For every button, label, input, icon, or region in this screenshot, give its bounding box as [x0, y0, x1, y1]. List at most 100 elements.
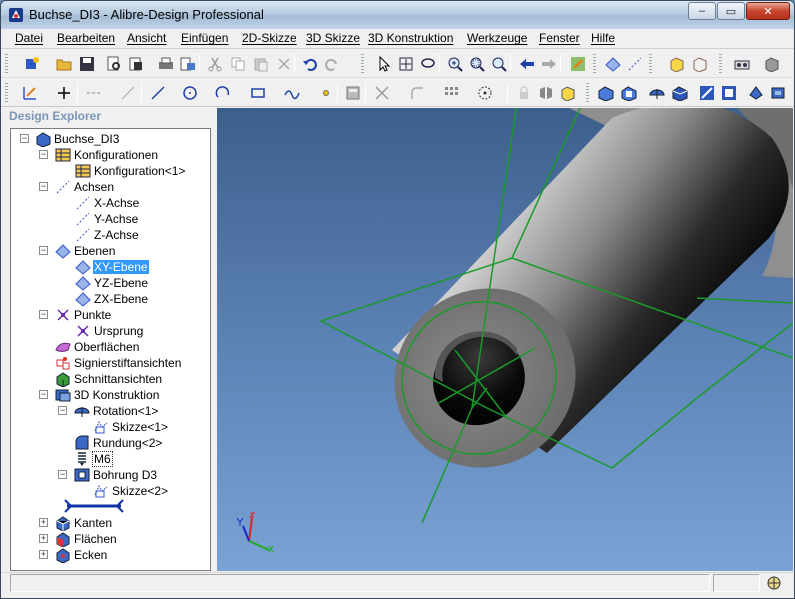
assembly-icon[interactable] — [733, 55, 750, 72]
tree-expand-kanten[interactable]: + — [39, 518, 48, 527]
tree-item-zx-ebene[interactable]: ZX-Ebene — [75, 291, 149, 307]
tree-item-m6[interactable]: M6 — [74, 451, 113, 467]
select-arrow-icon[interactable] — [375, 55, 392, 72]
copy-icon[interactable] — [229, 55, 246, 72]
tree-item-y-achse[interactable]: Y-Achse — [75, 211, 139, 227]
menu-ansicht[interactable]: Ansicht — [127, 31, 166, 45]
arrow-line-icon[interactable] — [119, 84, 136, 101]
arc-icon[interactable] — [214, 84, 231, 101]
move-icon[interactable] — [397, 55, 414, 72]
draft-icon[interactable] — [769, 84, 786, 101]
insert-feature-icon[interactable] — [569, 55, 586, 72]
menu-2d-skizze[interactable]: 2D-Skizze — [242, 31, 297, 45]
cut-icon[interactable] — [206, 55, 223, 72]
revolve-icon[interactable] — [648, 84, 665, 101]
sketch-icon[interactable] — [21, 84, 38, 101]
tree-item-z-achse[interactable]: Z-Achse — [75, 227, 140, 243]
extrude-icon[interactable] — [597, 84, 614, 101]
tree-item-ecken[interactable]: Ecken — [55, 547, 108, 563]
tree-collapse-bohrung[interactable]: − — [58, 470, 67, 479]
minimize-button[interactable]: ‒ — [688, 2, 716, 20]
lasso-icon[interactable] — [419, 55, 436, 72]
spline-icon[interactable] — [283, 84, 300, 101]
tree-collapse-ebenen[interactable]: − — [39, 246, 48, 255]
tree-item-xy-ebene[interactable]: XY-Ebene — [75, 259, 149, 275]
tree-item-bohrung[interactable]: Bohrung D3 — [74, 467, 158, 483]
tree-item-ebenen[interactable]: Ebenen — [55, 243, 116, 259]
tree-item-signierstiftansichten[interactable]: Signierstiftansichten — [55, 355, 182, 371]
new-part-icon[interactable] — [23, 55, 40, 72]
offset-icon[interactable] — [559, 84, 576, 101]
mirror-icon[interactable] — [537, 84, 554, 101]
menu-3d-konstruktion[interactable]: 3D Konstruktion — [368, 31, 453, 45]
lock-icon[interactable] — [515, 84, 532, 101]
tree-item-root[interactable]: Buchse_DI3 — [35, 131, 120, 147]
menu-datei[interactable]: Datei — [15, 31, 43, 45]
tree-item-schnittansichten[interactable]: Schnittansichten — [55, 371, 163, 387]
cut-extrude-icon[interactable] — [620, 84, 637, 101]
menu-werkzeuge[interactable]: Werkzeuge — [467, 31, 527, 45]
tree-collapse-root[interactable]: − — [20, 134, 29, 143]
save-icon[interactable] — [78, 55, 95, 72]
tree-item-oberflaechen[interactable]: Oberflächen — [55, 339, 140, 355]
design-explorer-tree[interactable]: − Buchse_DI3 − Konfigurationen Konfigura… — [10, 128, 211, 571]
tree-item-punkte[interactable]: Punkte — [55, 307, 112, 323]
fillet-icon[interactable] — [408, 84, 425, 101]
plane-icon[interactable] — [604, 55, 621, 72]
menu-bearbeiten[interactable]: Bearbeiten — [57, 31, 115, 45]
next-view-icon[interactable] — [540, 55, 557, 72]
tree-item-achsen[interactable]: Achsen — [55, 179, 115, 195]
tree-expand-ecken[interactable]: + — [39, 550, 48, 559]
axis-icon[interactable] — [626, 55, 643, 72]
redo-icon[interactable] — [323, 55, 340, 72]
tree-collapse-konfigurationen[interactable]: − — [39, 150, 48, 159]
tree-item-konfigurationen[interactable]: Konfigurationen — [55, 147, 159, 163]
tree-item-konfiguration1[interactable]: Konfiguration<1> — [75, 163, 186, 179]
tree-collapse-rotation[interactable]: − — [58, 406, 67, 415]
print-preview-icon[interactable] — [105, 55, 122, 72]
menu-hilfe[interactable]: Hilfe — [591, 31, 615, 45]
snap-icon[interactable] — [476, 84, 493, 101]
zoom-window-icon[interactable] — [468, 55, 485, 72]
shade-icon[interactable] — [763, 55, 780, 72]
menu-einfuegen[interactable]: Einfügen — [181, 31, 228, 45]
loft-icon[interactable] — [720, 84, 737, 101]
menu-fenster[interactable]: Fenster — [539, 31, 580, 45]
tree-item-kanten[interactable]: Kanten — [55, 515, 113, 531]
publish-icon[interactable] — [127, 55, 144, 72]
calculator-icon[interactable] — [344, 84, 361, 101]
dash-line-icon[interactable] — [85, 84, 102, 101]
previous-view-icon[interactable] — [518, 55, 535, 72]
tree-item-3d-konstruktion[interactable]: 3D Konstruktion — [55, 387, 160, 403]
paste-icon[interactable] — [252, 55, 269, 72]
zoom-fit-icon[interactable] — [490, 55, 507, 72]
toolbar-grip[interactable] — [5, 54, 8, 74]
circle-icon[interactable] — [181, 84, 198, 101]
menu-3d-skizze[interactable]: 3D Skizze — [306, 31, 360, 45]
tree-item-x-achse[interactable]: X-Achse — [75, 195, 140, 211]
snap-mode-icon[interactable] — [766, 575, 782, 591]
tree-item-skizze1[interactable]: Skizze<1> — [93, 419, 169, 435]
tree-item-rotation[interactable]: Rotation<1> — [74, 403, 159, 419]
close-button[interactable]: ✕ — [746, 2, 790, 20]
tree-expand-flaechen[interactable]: + — [39, 534, 48, 543]
undo-icon[interactable] — [301, 55, 318, 72]
print-icon[interactable] — [157, 55, 174, 72]
zoom-in-icon[interactable] — [446, 55, 463, 72]
iso-view-icon[interactable] — [668, 55, 685, 72]
tree-item-rundung[interactable]: Rundung<2> — [74, 435, 163, 451]
delete-icon[interactable] — [275, 55, 292, 72]
tree-item-ursprung[interactable]: Ursprung — [75, 323, 144, 339]
alibre-app-icon[interactable] — [8, 7, 24, 23]
shell-icon[interactable] — [747, 84, 764, 101]
tree-item-flaechen[interactable]: Flächen — [55, 531, 118, 547]
tree-collapse-achsen[interactable]: − — [39, 182, 48, 191]
tree-item-skizze2[interactable]: Skizze<2> — [93, 483, 169, 499]
tree-item-yz-ebene[interactable]: YZ-Ebene — [75, 275, 149, 291]
pattern-icon[interactable] — [442, 84, 459, 101]
open-folder-icon[interactable] — [55, 55, 72, 72]
line-icon[interactable] — [149, 84, 166, 101]
3d-viewport[interactable] — [217, 108, 793, 571]
point-icon[interactable] — [317, 84, 334, 101]
sweep-icon[interactable] — [698, 84, 715, 101]
